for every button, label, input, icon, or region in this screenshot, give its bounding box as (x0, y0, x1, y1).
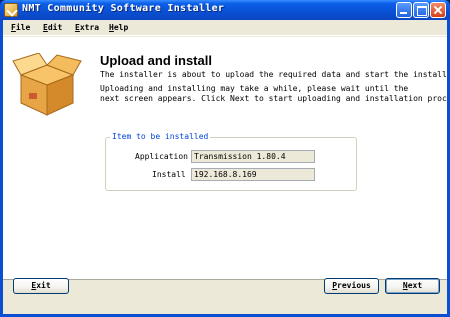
install-on-label: Install o (152, 170, 193, 179)
item-group-box: Item to be installed Application Transmi… (105, 132, 357, 191)
close-icon (431, 3, 445, 17)
window-title: NMT Community Software Installer (22, 3, 225, 14)
menu-edit[interactable]: Edit (43, 23, 62, 32)
instructions-line-2: next screen appears. Click Next to start… (100, 94, 447, 103)
next-button[interactable]: Next (385, 278, 440, 294)
page-heading: Upload and install (100, 53, 212, 68)
minimize-icon (397, 3, 411, 17)
wizard-page: Upload and install The installer is abou… (3, 37, 447, 280)
maximize-icon (414, 3, 428, 17)
menu-bar: File Edit Extra Help (3, 20, 447, 36)
package-box-icon (12, 53, 82, 116)
close-button[interactable] (430, 2, 446, 18)
page-description: The installer is about to upload the req… (100, 70, 447, 79)
application-field: Transmission 1.80.4 (191, 150, 315, 163)
install-on-field: 192.168.8.169 (191, 168, 315, 181)
installer-window: NMT Community Software Installer File Ed… (0, 0, 450, 317)
client-area: File Edit Extra Help Upload and install … (3, 20, 447, 314)
menu-help[interactable]: Help (109, 23, 128, 32)
page-instructions: Uploading and installing may take a whil… (100, 84, 447, 104)
group-legend: Item to be installed (110, 132, 211, 141)
previous-button[interactable]: Previous (324, 278, 379, 294)
minimize-button[interactable] (396, 2, 412, 18)
maximize-button[interactable] (413, 2, 429, 18)
instructions-line-1: Uploading and installing may take a whil… (100, 84, 409, 93)
application-label: Application (135, 152, 188, 161)
menu-file[interactable]: File (11, 23, 30, 32)
title-bar[interactable]: NMT Community Software Installer (0, 0, 450, 20)
menu-extra[interactable]: Extra (75, 23, 99, 32)
app-icon (4, 3, 18, 17)
exit-button[interactable]: Exit (13, 278, 69, 294)
